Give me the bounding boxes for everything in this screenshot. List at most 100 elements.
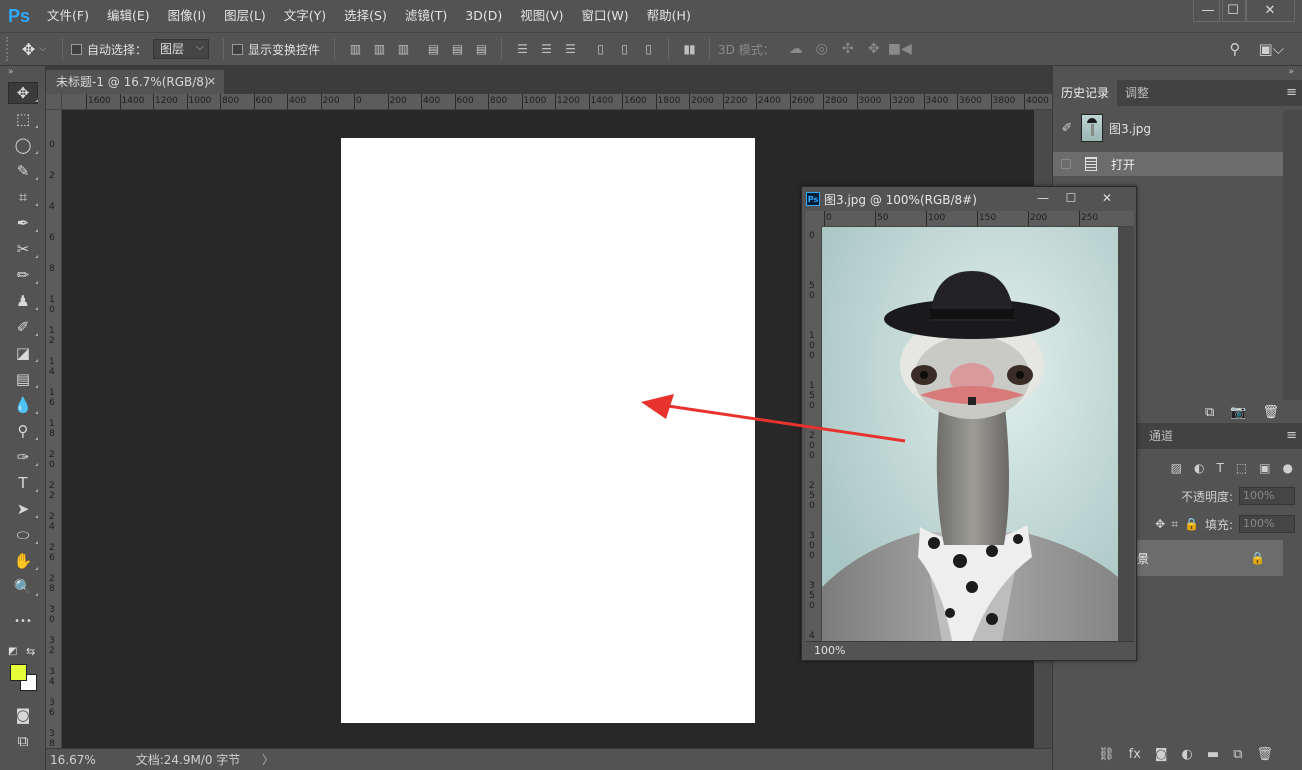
- history-step-checkbox[interactable]: [1061, 159, 1071, 169]
- float-minimize-button[interactable]: —: [1030, 189, 1056, 207]
- menu-item[interactable]: 文件(F): [38, 0, 98, 32]
- history-snapshot[interactable]: ✐ 图3.jpg: [1053, 110, 1302, 146]
- adjustment-icon[interactable]: ◐: [1182, 747, 1193, 762]
- path-select-tool-button[interactable]: ➤: [0, 496, 46, 522]
- align-vcenter-icon[interactable]: ▥: [367, 42, 391, 56]
- menu-item[interactable]: 滤镜(T): [396, 0, 456, 32]
- quick-mask-button[interactable]: ◙: [0, 702, 46, 728]
- crop-tool-button[interactable]: ⌗: [0, 184, 46, 210]
- search-icon[interactable]: ⚲: [1229, 40, 1240, 58]
- auto-select-dropdown[interactable]: 图层: [153, 38, 210, 59]
- zoom-tool-button[interactable]: 🔍: [0, 574, 46, 600]
- document-tab[interactable]: 未标题-1 @ 16.7%(RGB/8) ✕: [46, 70, 224, 94]
- distribute-vcenter-icon[interactable]: ☰: [534, 42, 558, 56]
- floating-window-titlebar[interactable]: Ps 图3.jpg @ 100%(RGB/8#): [802, 187, 1136, 211]
- lock-artboard-icon[interactable]: ⌗: [1171, 517, 1178, 532]
- history-step[interactable]: 打开: [1053, 152, 1283, 176]
- options-grip[interactable]: [6, 37, 14, 61]
- swap-colors-icon[interactable]: ⇆: [26, 645, 35, 658]
- orbit-3d-icon[interactable]: ☁: [783, 41, 809, 57]
- eraser-tool-button[interactable]: ◪: [0, 340, 46, 366]
- quick-select-tool-button[interactable]: ✎: [0, 158, 46, 184]
- menu-item[interactable]: 帮助(H): [638, 0, 700, 32]
- toolbox-collapse-icon[interactable]: »: [0, 66, 45, 80]
- workspace-icon[interactable]: ▣⌵: [1258, 40, 1284, 58]
- camera-icon[interactable]: 📷: [1230, 405, 1246, 420]
- healing-brush-tool-button[interactable]: ✂: [0, 236, 46, 262]
- tab-channels[interactable]: 通道: [1141, 423, 1181, 449]
- lock-position-icon[interactable]: ✥: [1155, 517, 1165, 531]
- menu-item[interactable]: 视图(V): [511, 0, 572, 32]
- history-scrollbar[interactable]: [1283, 110, 1302, 400]
- float-ruler-origin[interactable]: [806, 211, 822, 227]
- document-canvas[interactable]: [341, 138, 755, 723]
- menu-item[interactable]: 3D(D): [456, 0, 511, 32]
- float-horizontal-ruler[interactable]: 0 50 100 150 200 250: [822, 211, 1134, 227]
- hand-tool-button[interactable]: ✋: [0, 548, 46, 574]
- eyedropper-tool-button[interactable]: ✒: [0, 210, 46, 236]
- new-layer-icon[interactable]: ⧉: [1233, 747, 1242, 762]
- dodge-tool-button[interactable]: ⚲: [0, 418, 46, 444]
- dock-collapse-icon[interactable]: »: [1053, 66, 1302, 80]
- distribute-top-icon[interactable]: ☰: [510, 42, 534, 56]
- move-tool-button[interactable]: ✥: [0, 80, 46, 106]
- float-vertical-ruler[interactable]: 0 5 0 1 0 0 1 5 0 2 0 0 2 5 0 3 0 0 3 5 0 4: [806, 227, 822, 641]
- link-icon[interactable]: ⛓: [1098, 747, 1115, 762]
- type-tool-button[interactable]: T: [0, 470, 46, 496]
- blur-tool-button[interactable]: 💧: [0, 392, 46, 418]
- auto-select-checkbox[interactable]: [71, 43, 82, 55]
- screen-mode-button[interactable]: ⧉: [0, 728, 46, 754]
- float-zoom-level[interactable]: 100%: [806, 641, 1134, 659]
- lock-all-icon[interactable]: 🔒: [1184, 517, 1199, 531]
- ostrich-photo[interactable]: [822, 227, 1118, 641]
- align-left-icon[interactable]: ▤: [421, 42, 445, 56]
- status-menu-icon[interactable]: 〉: [262, 751, 274, 768]
- show-transform-checkbox[interactable]: [232, 43, 244, 55]
- lasso-tool-button[interactable]: ◯: [0, 132, 46, 158]
- new-document-from-state-icon[interactable]: ⧉: [1205, 405, 1214, 420]
- align-right-icon[interactable]: ▤: [469, 42, 493, 56]
- mask-icon[interactable]: ◙: [1155, 747, 1168, 762]
- folder-icon[interactable]: ▬: [1207, 747, 1219, 762]
- float-maximize-button[interactable]: ☐: [1058, 189, 1084, 207]
- default-colors-icon[interactable]: ◩: [8, 646, 17, 657]
- tab-adjustments[interactable]: 调整: [1117, 80, 1157, 106]
- history-brush-source-icon[interactable]: ✐: [1053, 121, 1081, 136]
- fx-icon[interactable]: fx: [1129, 747, 1141, 762]
- filter-smart-icon[interactable]: ▣: [1259, 461, 1270, 475]
- filter-adjustment-icon[interactable]: ◐: [1194, 461, 1204, 475]
- menu-item[interactable]: 编辑(E): [98, 0, 159, 32]
- menu-item[interactable]: 图层(L): [215, 0, 275, 32]
- float-close-button[interactable]: ✕: [1094, 189, 1120, 207]
- gradient-tool-button[interactable]: ▤: [0, 366, 46, 392]
- panel-menu-icon[interactable]: ≡: [1286, 423, 1297, 449]
- align-top-icon[interactable]: ▥: [343, 42, 367, 56]
- scale-3d-icon[interactable]: ■◀: [887, 41, 913, 57]
- opacity-input[interactable]: 100%: [1239, 487, 1295, 505]
- panel-menu-icon[interactable]: ≡: [1286, 80, 1297, 106]
- align-bottom-icon[interactable]: ▥: [391, 42, 415, 56]
- maximize-button[interactable]: ☐: [1219, 0, 1247, 22]
- floating-document-window[interactable]: Ps 图3.jpg @ 100%(RGB/8#) — ☐ ✕ 0 50 100 150…: [801, 186, 1137, 661]
- trash-icon[interactable]: 🗑: [1262, 405, 1279, 420]
- menu-item[interactable]: 窗口(W): [573, 0, 638, 32]
- distribute-hcenter-icon[interactable]: ▯: [612, 42, 636, 56]
- drag-3d-icon[interactable]: ✣: [835, 41, 861, 57]
- filter-pixel-icon[interactable]: ▨: [1171, 461, 1182, 475]
- history-brush-tool-button[interactable]: ✐: [0, 314, 46, 340]
- marquee-tool-button[interactable]: ⬚: [0, 106, 46, 132]
- tab-history[interactable]: 历史记录: [1053, 80, 1118, 106]
- menu-item[interactable]: 选择(S): [335, 0, 396, 32]
- fill-input[interactable]: 100%: [1239, 515, 1295, 533]
- more-tools-button[interactable]: •••: [0, 608, 46, 634]
- vertical-ruler[interactable]: 0 2 4 6 8 1 0 1 2 1 4 1 6 1 8 2 0 2 2 2 4 2 6 2 8 3 0 3 …: [46, 110, 62, 748]
- slide-3d-icon[interactable]: ✥: [861, 41, 887, 57]
- horizontal-ruler[interactable]: 1600 1400 1200 1000 800 600 400 200 0 200 400 600 80…: [62, 94, 1052, 110]
- layer-row[interactable]: 景 🔒: [1133, 540, 1283, 576]
- close-button[interactable]: ✕: [1245, 0, 1295, 22]
- trash-icon[interactable]: 🗑: [1256, 747, 1273, 762]
- brush-tool-button[interactable]: ✏: [0, 262, 46, 288]
- distribute-bottom-icon[interactable]: ☰: [558, 42, 582, 56]
- tool-preset-picker[interactable]: ✥ ⌵: [14, 40, 54, 59]
- pen-tool-button[interactable]: ✑: [0, 444, 46, 470]
